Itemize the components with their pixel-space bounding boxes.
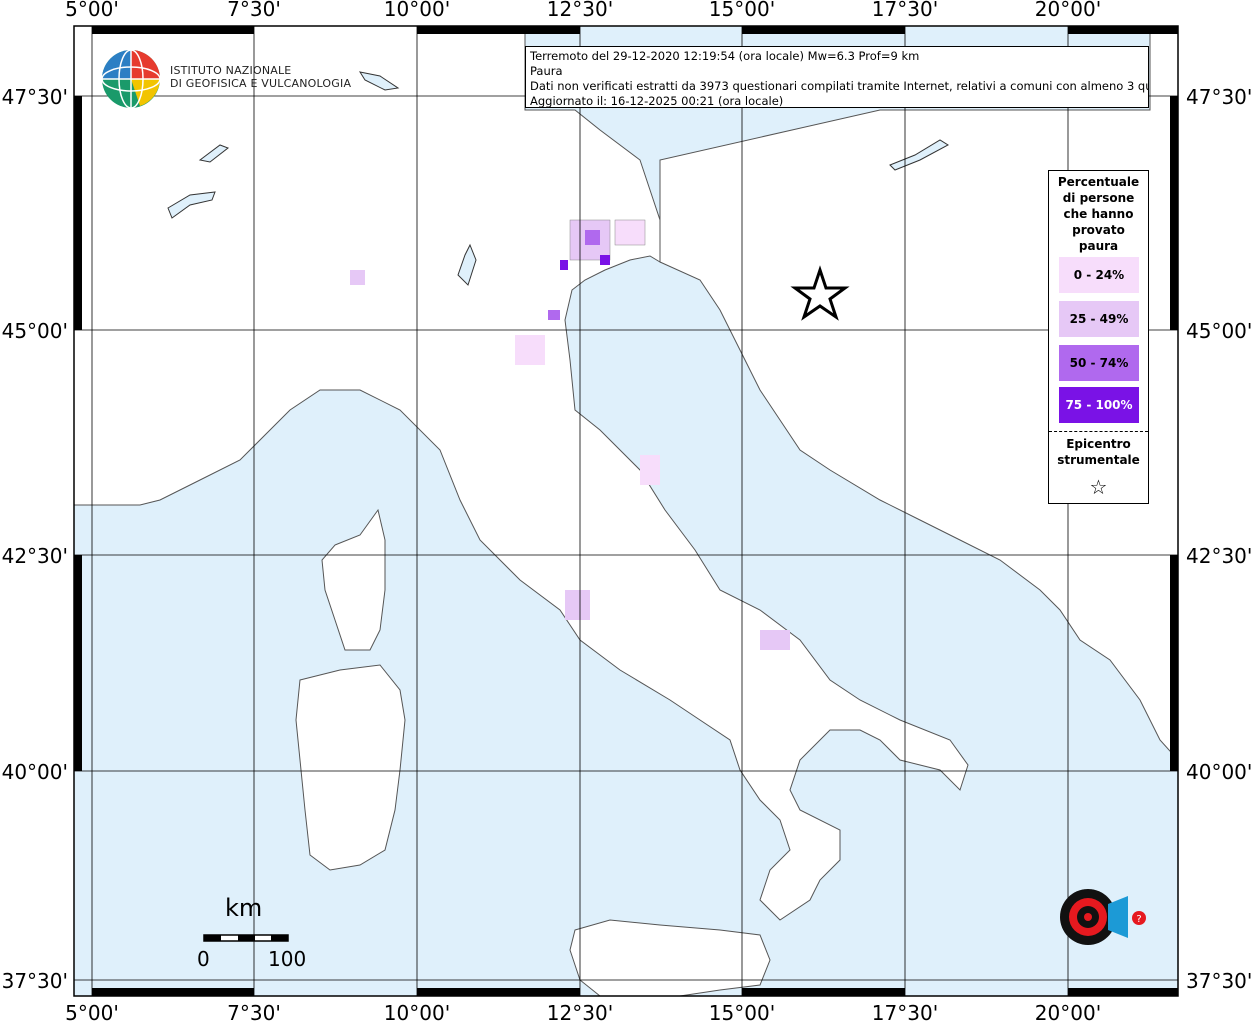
lon-tick-label: 5°00' [65,1001,119,1024]
hst-target-icon: ? [1060,889,1146,945]
lat-labels-right: 47°30' 45°00' 42°30' 40°00' 37°30' [1186,85,1251,993]
lon-tick-label: 10°00' [384,1001,450,1024]
ingv-line-2: DI GEOFISICA E VULCANOLOGIA [170,77,352,90]
lat-tick-label: 40°00' [2,760,68,784]
comune-light [350,270,365,285]
parameter-line: Paura [530,64,563,78]
hst-logo: ? [1030,862,1160,972]
lon-tick-label: 15°00' [709,1001,775,1024]
scale-end: 100 [268,947,307,971]
event-info-box: Terremoto del 29-12-2020 12:19:54 (ora l… [525,46,1149,108]
lat-tick-label: 37°30' [2,969,68,993]
lon-labels-top: 5°00' 7°30' 10°00' 12°30' 15°00' 17°30' … [65,0,1101,21]
lon-tick-label: 12°30' [547,1001,613,1024]
lat-tick-label: 37°30' [1186,969,1251,993]
legend-title-line: provato [1072,223,1125,237]
legend-title-line: di persone [1062,191,1135,205]
lon-tick-label: 7°30' [227,0,281,21]
legend-item: 50 - 74% [1059,345,1139,381]
lon-labels-bottom: 5°00' 7°30' 10°00' 12°30' 15°00' 17°30' … [65,1001,1101,1024]
legend-title-line: che hanno [1063,207,1134,221]
legend-item: 0 - 24% [1059,257,1139,293]
legend-item: 75 - 100% [1059,387,1139,423]
legend-epi-line: strumentale [1057,453,1140,467]
svg-text:?: ? [1136,914,1141,925]
legend-epicenter-label: Epicentro strumentale [1049,436,1148,468]
lat-tick-label: 40°00' [1186,760,1251,784]
lon-tick-label: 5°00' [65,0,119,21]
comune-darkest [560,260,568,270]
lat-tick-label: 42°30' [1186,544,1251,568]
star-icon: ☆ [1089,475,1108,499]
ingv-globe-icon [101,49,161,109]
ingv-logo-text: ISTITUTO NAZIONALE DI GEOFISICA E VULCAN… [170,64,351,90]
comune-light [640,455,660,485]
comune-light [614,219,646,246]
lon-tick-label: 17°30' [872,0,938,21]
legend-title: Percentuale di persone che hanno provato… [1049,174,1148,254]
lat-tick-label: 45°00' [2,319,68,343]
legend-epi-line: Epicentro [1066,437,1131,451]
comune-dark [585,230,600,245]
lat-labels-left: 47°30' 45°00' 42°30' 40°00' 37°30' [2,85,68,993]
comune-light [760,630,790,650]
lon-tick-label: 17°30' [872,1001,938,1024]
scale-unit: km [225,894,263,922]
lat-tick-label: 47°30' [1186,85,1251,109]
lat-tick-label: 42°30' [2,544,68,568]
lat-tick-label: 45°00' [1186,319,1251,343]
ingv-line-1: ISTITUTO NAZIONALE [170,64,292,77]
legend-title-line: Percentuale [1057,175,1140,189]
legend: Percentuale di persone che hanno provato… [1048,170,1149,504]
lon-tick-label: 12°30' [547,0,613,21]
lon-tick-label: 10°00' [384,0,450,21]
lon-tick-label: 20°00' [1035,1001,1101,1024]
scale-bar [203,934,289,942]
lat-tick-label: 47°30' [2,85,68,109]
scale-start: 0 [197,947,210,971]
legend-item: 25 - 49% [1059,301,1139,337]
legend-title-line: paura [1078,239,1119,253]
comune-light [515,335,545,365]
lon-tick-label: 20°00' [1035,0,1101,21]
comune-light [565,590,590,620]
event-line: Terremoto del 29-12-2020 12:19:54 (ora l… [530,49,920,63]
data-note-line: Dati non verificati estratti da 3973 que… [530,79,1149,93]
legend-separator [1049,431,1148,432]
comune-dark [548,310,560,320]
comune-darkest [600,255,610,265]
lon-tick-label: 15°00' [709,0,775,21]
lon-tick-label: 7°30' [227,1001,281,1024]
updated-line: Aggiornato il: 16-12-2025 00:21 (ora loc… [530,94,784,108]
